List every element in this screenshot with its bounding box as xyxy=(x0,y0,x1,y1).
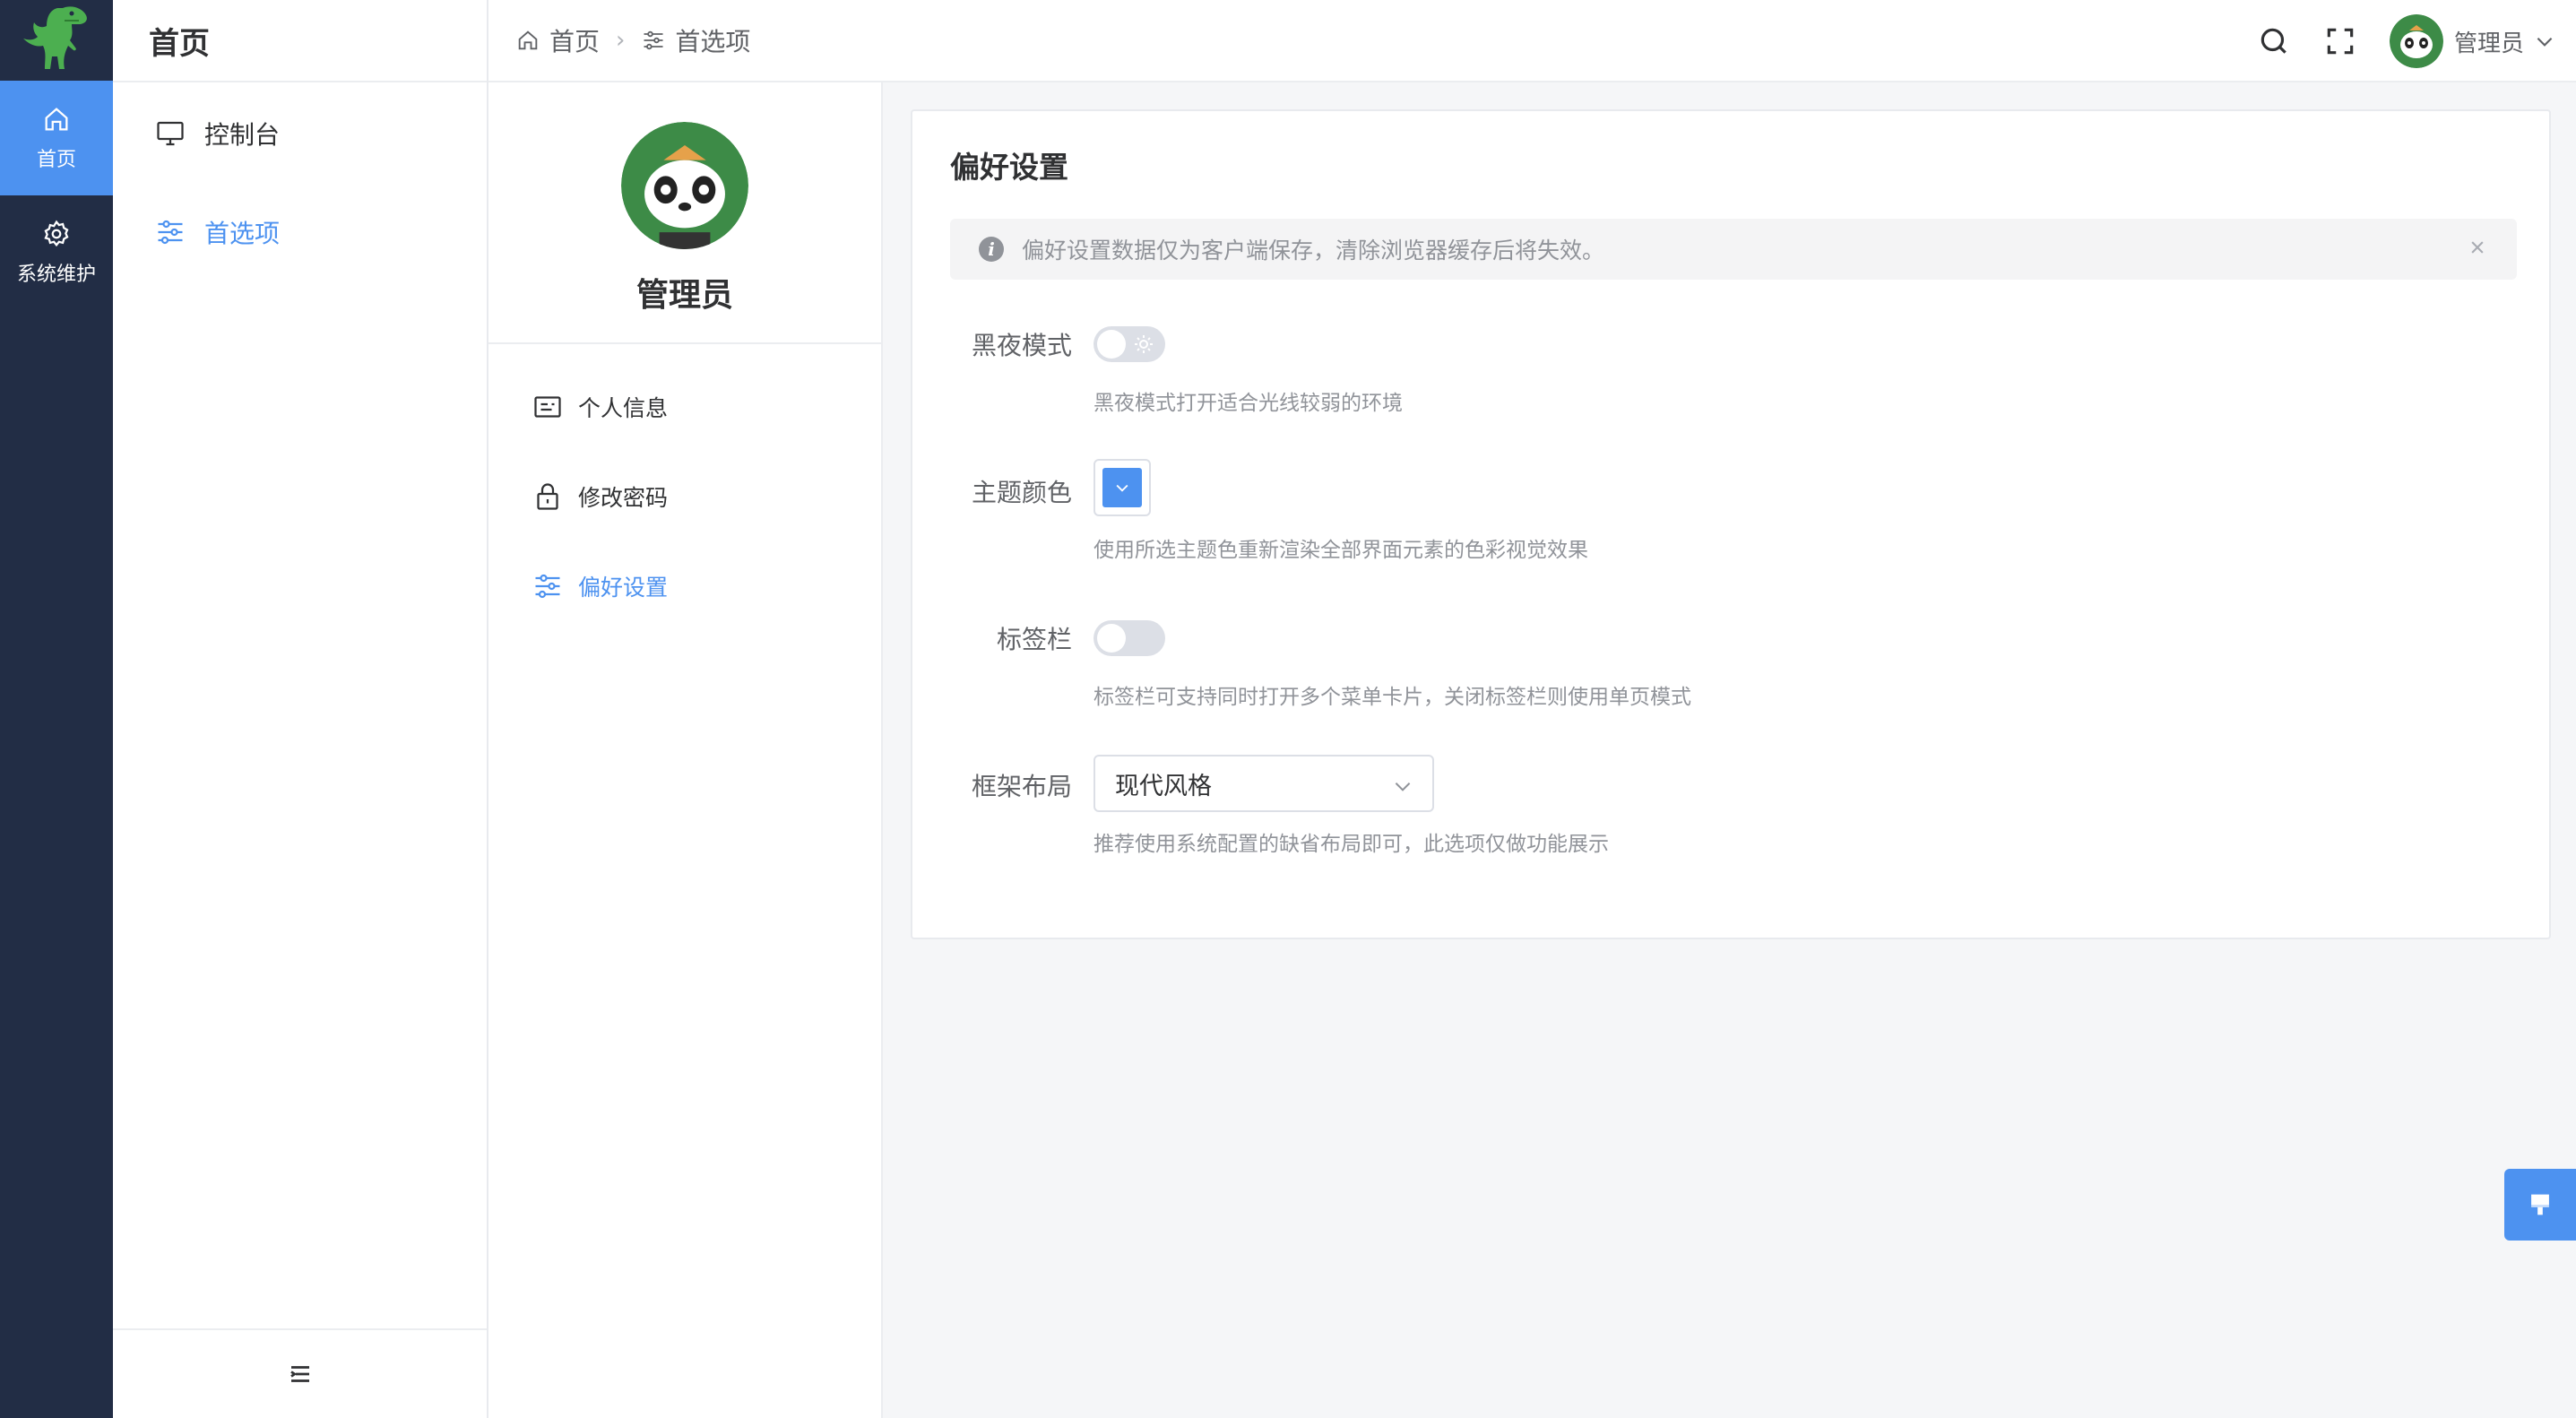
tabs-bar-switch[interactable] xyxy=(1094,620,1165,656)
info-alert: i 偏好设置数据仅为客户端保存，清除浏览器缓存后将失效。 xyxy=(950,219,2517,280)
page-title: 偏好设置 xyxy=(950,150,1068,185)
breadcrumb-label: 首选项 xyxy=(675,27,751,56)
layout-desc: 推荐使用系统配置的缺省布局即可，此选项仅做功能展示 xyxy=(1094,833,1609,856)
breadcrumb-label: 首页 xyxy=(549,27,601,56)
dinosaur-logo[interactable] xyxy=(0,0,113,81)
sidebar-item-label: 首选项 xyxy=(204,219,281,248)
header-actions: 管理员 xyxy=(2257,0,2556,82)
rail-item-system[interactable]: 系统维护 xyxy=(0,195,113,310)
id-card-icon xyxy=(534,396,561,418)
close-icon[interactable] xyxy=(2465,235,2490,260)
monitor-icon xyxy=(157,121,184,146)
theme-float-button[interactable] xyxy=(2504,1169,2576,1241)
lock-icon xyxy=(537,483,558,510)
profile-header: 管理员 xyxy=(488,82,881,344)
info-icon: i xyxy=(979,237,1004,262)
sun-icon xyxy=(1135,335,1153,353)
sliders-icon xyxy=(644,30,663,50)
layout-select[interactable]: 现代风格 xyxy=(1094,755,1434,812)
breadcrumb-item-preferences[interactable]: 首选项 xyxy=(641,22,750,58)
rail-item-label: 系统维护 xyxy=(16,264,96,286)
home-icon xyxy=(518,30,538,50)
breadcrumb: 首页 › 首选项 xyxy=(515,22,750,58)
home-icon xyxy=(45,108,68,131)
profile-menu-preferences[interactable]: 偏好设置 xyxy=(488,541,881,631)
user-menu[interactable]: 管理员 xyxy=(2389,14,2556,68)
collapse-menu-icon[interactable] xyxy=(287,1361,314,1388)
gear-icon xyxy=(44,220,69,247)
theme-color-desc: 使用所选主题色重新渲染全部界面元素的色彩视觉效果 xyxy=(1094,539,1588,562)
profile-menu: 个人信息 修改密码 偏好设置 xyxy=(488,344,881,631)
profile-menu-label: 个人信息 xyxy=(578,395,669,421)
sidebar-title: 首页 xyxy=(113,0,487,82)
dark-mode-label: 黑夜模式 xyxy=(971,331,1072,360)
dark-mode-desc: 黑夜模式打开适合光线较弱的环境 xyxy=(1094,392,1403,415)
paint-brush-icon xyxy=(2531,1194,2549,1215)
sidebar-item-console[interactable]: 控制台 xyxy=(113,84,487,183)
alert-text: 偏好设置数据仅为客户端保存，清除浏览器缓存后将失效。 xyxy=(1022,238,1605,264)
profile-menu-change-password[interactable]: 修改密码 xyxy=(488,452,881,541)
sliders-icon xyxy=(535,574,560,599)
chevron-right-icon: › xyxy=(616,27,626,54)
profile-name: 管理员 xyxy=(635,277,733,314)
sidebar-item-preferences[interactable]: 首选项 xyxy=(113,183,487,281)
theme-color-picker[interactable] xyxy=(1094,459,1151,516)
chevron-down-icon xyxy=(1395,782,1411,791)
fullscreen-icon[interactable] xyxy=(2323,24,2357,58)
sidebar: 首页 控制台 首选项 xyxy=(113,0,488,1418)
search-icon[interactable] xyxy=(2257,24,2291,58)
layout-select-value: 现代风格 xyxy=(1115,772,1212,800)
sliders-icon xyxy=(158,220,183,245)
sidebar-footer xyxy=(113,1328,487,1418)
tabs-bar-label: 标签栏 xyxy=(996,625,1072,654)
rail-item-label: 首页 xyxy=(36,149,76,171)
preferences-card: 偏好设置 i 偏好设置数据仅为客户端保存，清除浏览器缓存后将失效。 黑夜模式 黑… xyxy=(911,109,2551,939)
layout-label: 框架布局 xyxy=(971,772,1072,801)
top-header: 首页 › 首选项 管理员 xyxy=(488,0,2576,82)
tabs-bar-desc: 标签栏可支持同时打开多个菜单卡片，关闭标签栏则使用单页模式 xyxy=(1094,686,1691,709)
sidebar-item-label: 控制台 xyxy=(204,120,281,150)
avatar xyxy=(2389,14,2443,68)
chevron-down-icon xyxy=(2537,37,2553,47)
profile-panel: 管理员 个人信息 修改密码 偏好设置 xyxy=(488,82,883,1418)
avatar xyxy=(621,122,748,249)
theme-color-label: 主题颜色 xyxy=(971,478,1072,507)
dark-mode-switch[interactable] xyxy=(1094,326,1165,362)
user-name: 管理员 xyxy=(2453,30,2524,57)
dinosaur-icon xyxy=(23,6,87,70)
profile-menu-label: 修改密码 xyxy=(578,485,669,511)
chevron-down-icon xyxy=(1116,484,1128,492)
profile-menu-label: 偏好设置 xyxy=(578,575,669,601)
profile-menu-personal-info[interactable]: 个人信息 xyxy=(488,362,881,452)
breadcrumb-item-home[interactable]: 首页 xyxy=(515,22,600,58)
app-rail: 首页 系统维护 xyxy=(0,0,113,1418)
rail-item-home[interactable]: 首页 xyxy=(0,81,113,195)
